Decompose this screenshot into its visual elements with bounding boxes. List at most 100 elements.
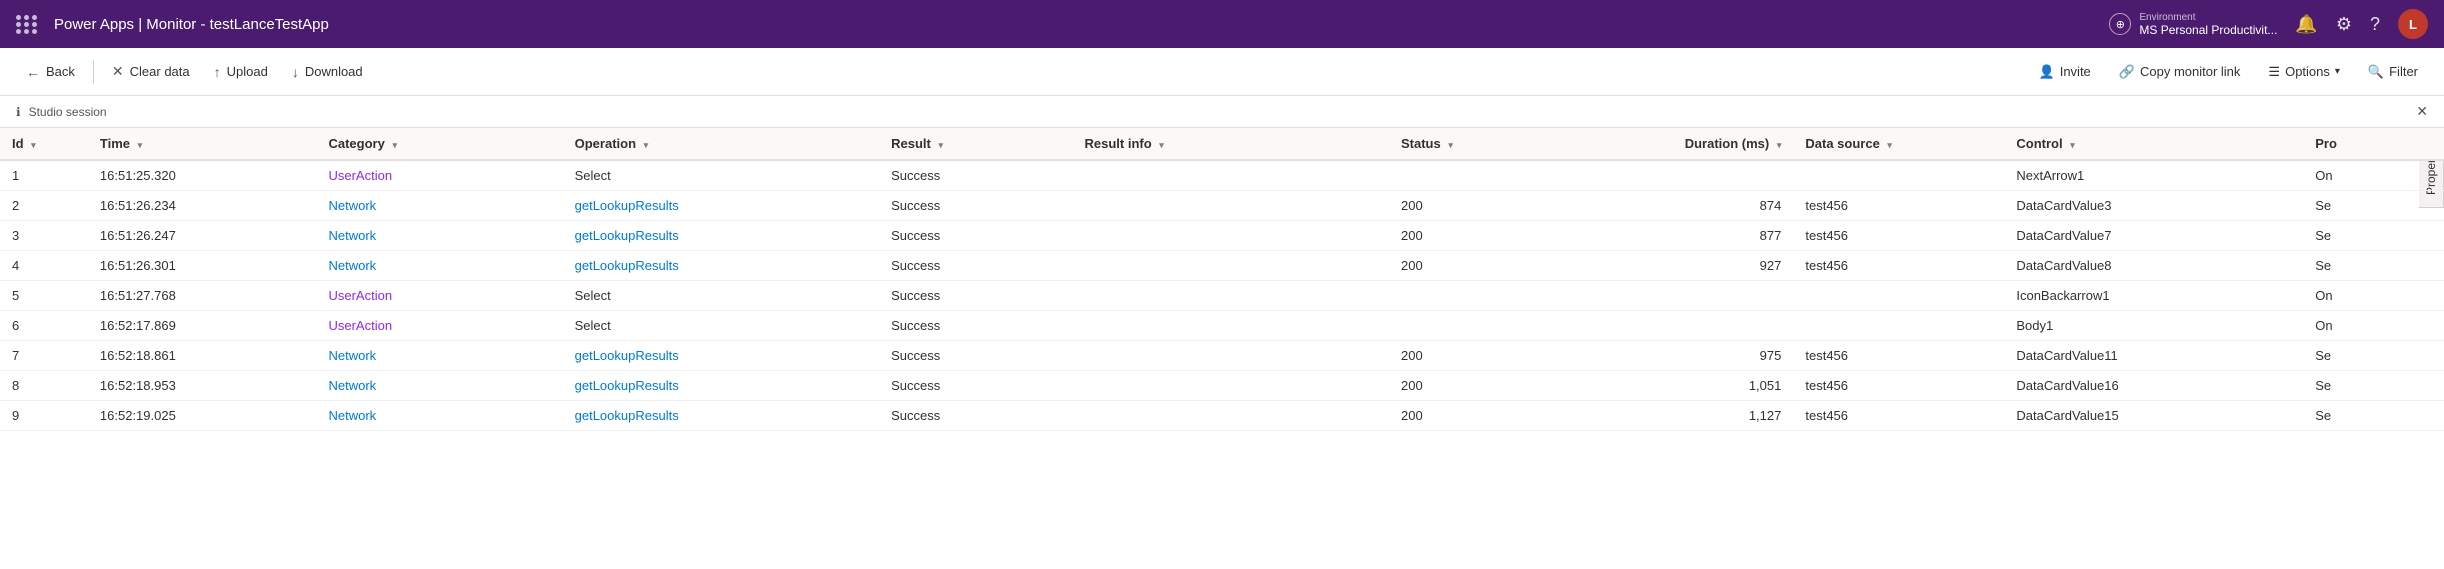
table-row[interactable]: 8 16:52:18.953 Network getLookupResults … (0, 371, 2444, 401)
cell-control: IconBackarrow1 (2004, 281, 2303, 311)
cell-control: Body1 (2004, 311, 2303, 341)
cell-id: 1 (0, 160, 88, 191)
clear-data-button[interactable]: ✕ Clear data (102, 57, 200, 86)
copy-monitor-label: Copy monitor link (2140, 64, 2240, 79)
download-label: Download (305, 64, 363, 79)
cell-duration: 877 (1565, 221, 1794, 251)
cell-datasource: test456 (1793, 371, 2004, 401)
back-label: Back (46, 64, 75, 79)
cell-category: Network (316, 371, 562, 401)
filter-button[interactable]: 🔍 Filter (2358, 59, 2428, 85)
col-header-duration[interactable]: Duration (ms) ▾ (1565, 128, 1794, 160)
cell-result: Success (879, 281, 1072, 311)
col-header-result[interactable]: Result ▾ (879, 128, 1072, 160)
cell-control: DataCardValue16 (2004, 371, 2303, 401)
upload-button[interactable]: ↑ Upload (204, 58, 278, 86)
cell-result: Success (879, 371, 1072, 401)
table-row[interactable]: 4 16:51:26.301 Network getLookupResults … (0, 251, 2444, 281)
cell-status: 200 (1389, 371, 1565, 401)
table-row[interactable]: 5 16:51:27.768 UserAction Select Success… (0, 281, 2444, 311)
cell-datasource (1793, 281, 2004, 311)
cell-resultinfo (1073, 401, 1389, 431)
info-icon: ℹ (16, 105, 21, 119)
table-row[interactable]: 9 16:52:19.025 Network getLookupResults … (0, 401, 2444, 431)
cell-operation: getLookupResults (563, 191, 879, 221)
settings-icon[interactable]: ⚙ (2336, 14, 2352, 35)
cell-category: UserAction (316, 281, 562, 311)
cell-resultinfo (1073, 221, 1389, 251)
table-header-row: Id ▾ Time ▾ Category ▾ Operation ▾ Resul… (0, 128, 2444, 160)
col-header-time[interactable]: Time ▾ (88, 128, 317, 160)
clear-label: Clear data (130, 64, 190, 79)
environment-selector[interactable]: ⊕ Environment MS Personal Productivit... (2109, 12, 2277, 37)
cell-resultinfo (1073, 160, 1389, 191)
cell-control: DataCardValue7 (2004, 221, 2303, 251)
cell-resultinfo (1073, 371, 1389, 401)
sort-icon-control: ▾ (2070, 140, 2075, 150)
cell-time: 16:52:18.953 (88, 371, 317, 401)
cell-operation: getLookupResults (563, 371, 879, 401)
table-row[interactable]: 7 16:52:18.861 Network getLookupResults … (0, 341, 2444, 371)
cell-result: Success (879, 401, 1072, 431)
invite-button[interactable]: 👤 Invite (2029, 59, 2101, 85)
sort-icon-category: ▾ (392, 140, 397, 150)
env-text: Environment MS Personal Productivit... (2139, 12, 2277, 37)
cell-resultinfo (1073, 341, 1389, 371)
col-header-operation[interactable]: Operation ▾ (563, 128, 879, 160)
col-header-control[interactable]: Control ▾ (2004, 128, 2303, 160)
divider-1 (93, 60, 94, 84)
monitor-table: Id ▾ Time ▾ Category ▾ Operation ▾ Resul… (0, 128, 2444, 431)
cell-operation: getLookupResults (563, 341, 879, 371)
cell-status: 200 (1389, 191, 1565, 221)
table-row[interactable]: 1 16:51:25.320 UserAction Select Success… (0, 160, 2444, 191)
cell-datasource: test456 (1793, 191, 2004, 221)
cell-operation: Select (563, 160, 879, 191)
back-button[interactable]: ← Back (16, 58, 85, 86)
back-icon: ← (26, 64, 40, 80)
copy-monitor-button[interactable]: 🔗 Copy monitor link (2109, 59, 2251, 85)
cell-id: 3 (0, 221, 88, 251)
options-button[interactable]: ☰ Options ▾ (2258, 59, 2350, 85)
sort-icon-status: ▾ (1448, 140, 1453, 150)
cell-id: 4 (0, 251, 88, 281)
sort-icon-id: ▾ (31, 140, 36, 150)
col-header-resultinfo[interactable]: Result info ▾ (1073, 128, 1389, 160)
col-header-pro[interactable]: Pro (2303, 128, 2444, 160)
col-header-datasource[interactable]: Data source ▾ (1793, 128, 2004, 160)
col-header-category[interactable]: Category ▾ (316, 128, 562, 160)
cell-resultinfo (1073, 251, 1389, 281)
monitor-table-container: Id ▾ Time ▾ Category ▾ Operation ▾ Resul… (0, 128, 2444, 569)
cell-category: Network (316, 401, 562, 431)
cell-pro: On (2303, 160, 2444, 191)
help-icon[interactable]: ? (2370, 14, 2380, 35)
table-row[interactable]: 3 16:51:26.247 Network getLookupResults … (0, 221, 2444, 251)
cell-duration: 975 (1565, 341, 1794, 371)
sort-icon-resultinfo: ▾ (1159, 140, 1164, 150)
cell-status: 200 (1389, 251, 1565, 281)
sort-icon-duration: ▾ (1777, 140, 1782, 150)
cell-pro: Se (2303, 251, 2444, 281)
cell-category: Network (316, 191, 562, 221)
download-button[interactable]: ↓ Download (282, 58, 373, 86)
col-header-status[interactable]: Status ▾ (1389, 128, 1565, 160)
avatar[interactable]: L (2398, 9, 2428, 39)
toolbar: ← Back ✕ Clear data ↑ Upload ↓ Download … (0, 48, 2444, 96)
col-header-id[interactable]: Id ▾ (0, 128, 88, 160)
cell-control: NextArrow1 (2004, 160, 2303, 191)
table-row[interactable]: 6 16:52:17.869 UserAction Select Success… (0, 311, 2444, 341)
waffle-icon[interactable] (16, 15, 38, 34)
cell-duration: 1,127 (1565, 401, 1794, 431)
cell-result: Success (879, 311, 1072, 341)
close-session-icon[interactable]: ✕ (2416, 103, 2428, 120)
cell-pro: Se (2303, 221, 2444, 251)
env-name: MS Personal Productivit... (2139, 23, 2277, 37)
cell-time: 16:51:26.247 (88, 221, 317, 251)
topbar-right: ⊕ Environment MS Personal Productivit...… (2109, 9, 2428, 39)
cell-pro: On (2303, 311, 2444, 341)
notifications-icon[interactable]: 🔔 (2295, 14, 2317, 35)
table-row[interactable]: 2 16:51:26.234 Network getLookupResults … (0, 191, 2444, 221)
cell-duration (1565, 160, 1794, 191)
cell-id: 2 (0, 191, 88, 221)
cell-time: 16:51:27.768 (88, 281, 317, 311)
invite-label: Invite (2060, 64, 2091, 79)
